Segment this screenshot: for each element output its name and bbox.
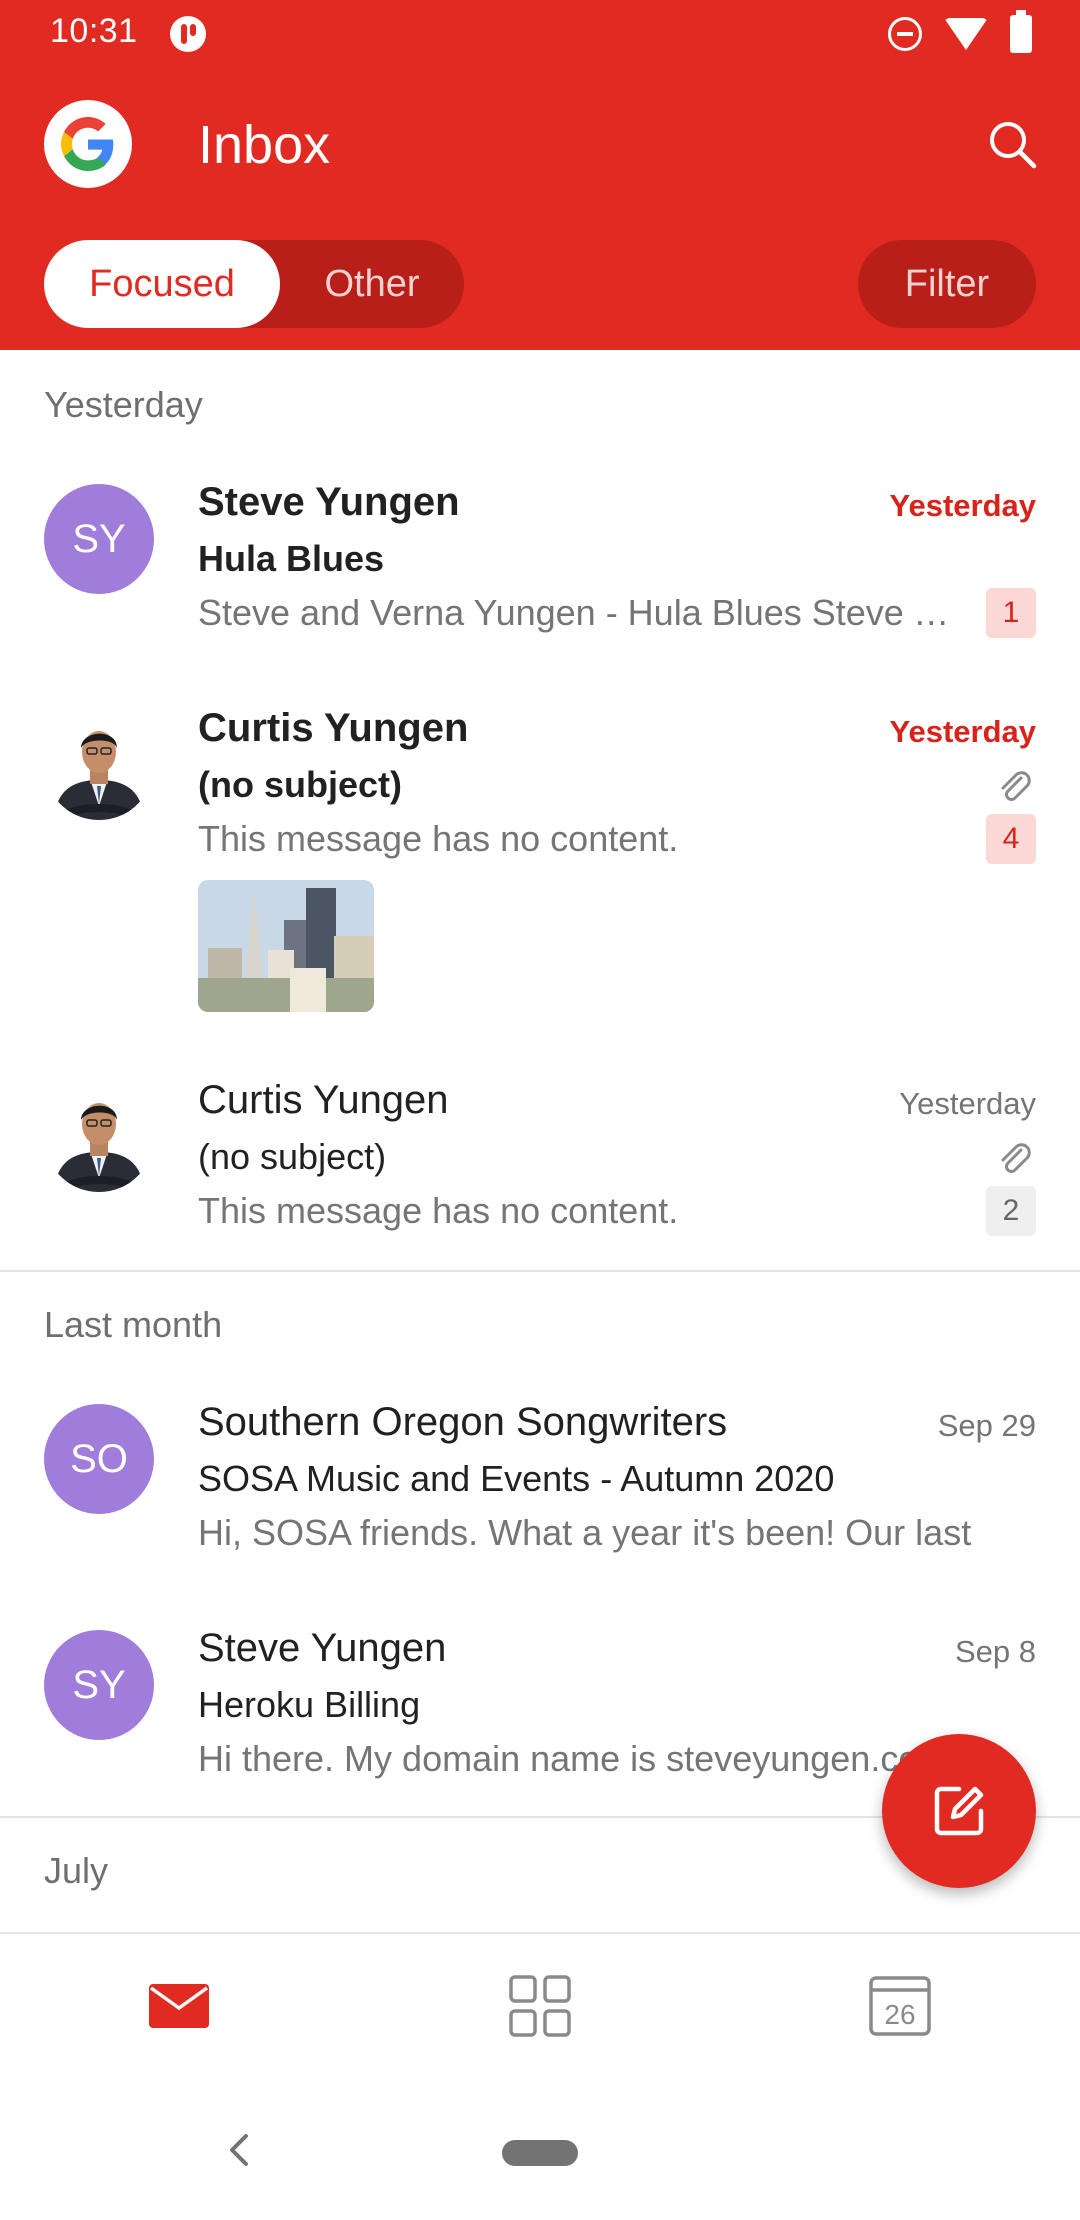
avatar (44, 710, 154, 820)
message-date: Sep 29 (937, 1408, 1036, 1443)
message-sender: Southern Oregon Songwriters (198, 1400, 728, 1444)
attachment-thumbnail[interactable] (198, 880, 374, 1012)
nav-calendar[interactable]: 26 (868, 1974, 932, 2038)
avatar: SY (44, 1630, 154, 1740)
avatar: SO (44, 1404, 154, 1514)
message-sender: Curtis Yungen (198, 706, 469, 750)
section-header-yesterday: Yesterday (44, 384, 203, 425)
search-button[interactable] (986, 118, 1038, 170)
message-subject: (no subject) (198, 764, 402, 805)
message-date: Sep 8 (954, 1634, 1036, 1669)
calendar-day-number: 26 (884, 1999, 915, 2030)
nav-mail[interactable] (147, 1974, 211, 2038)
message-subject: (no subject) (198, 1136, 387, 1177)
message-row[interactable]: Curtis Yungen (no subject) This message … (0, 688, 1080, 1028)
search-icon (990, 122, 1037, 169)
status-time: 10:31 (50, 12, 138, 50)
avatar (44, 1082, 154, 1192)
avatar: SY (44, 484, 154, 594)
section-divider (0, 1270, 1080, 1272)
mail-icon (149, 1984, 209, 2028)
message-date: Yesterday (889, 714, 1037, 749)
message-sender: Steve Yungen (198, 1626, 447, 1670)
back-icon[interactable] (224, 2130, 254, 2170)
inbox-segmented-control: Focused Other (44, 240, 464, 328)
notification-app-icon (170, 16, 206, 52)
section-header-last-month: Last month (44, 1304, 223, 1345)
message-preview: This message has no content. (198, 1190, 679, 1231)
thread-count-badge: 4 (986, 814, 1036, 864)
account-avatar[interactable] (44, 100, 132, 188)
status-bar: 10:31 (0, 0, 1080, 68)
message-preview: This message has no content. (198, 818, 679, 859)
attachment-icon (1001, 1143, 1031, 1173)
home-pill[interactable] (502, 2140, 578, 2166)
message-date: Yesterday (899, 1086, 1036, 1121)
person-photo-icon (44, 710, 154, 820)
message-row[interactable]: SO Southern Oregon Songwriters SOSA Musi… (0, 1382, 1080, 1586)
nav-apps[interactable] (508, 1974, 572, 2038)
tab-other[interactable]: Other (280, 240, 464, 328)
thread-count-badge: 2 (986, 1186, 1036, 1236)
wifi-icon (944, 18, 988, 50)
attachment-icon (1001, 771, 1031, 801)
google-icon (61, 117, 114, 171)
message-subject: SOSA Music and Events - Autumn 2020 (198, 1458, 835, 1499)
message-subject: Heroku Billing (198, 1684, 421, 1725)
filter-button[interactable]: Filter (858, 240, 1036, 328)
city-photo-icon (198, 880, 374, 1012)
battery-icon (1010, 10, 1032, 53)
bottom-navigation: 26 (0, 1932, 1080, 2082)
message-preview: Steve and Verna Yungen - Hula Blues Stev… (198, 592, 958, 633)
status-icons (888, 10, 1032, 54)
message-sender: Curtis Yungen (198, 1078, 449, 1122)
message-preview: Hi, SOSA friends. What a year it's been!… (198, 1512, 972, 1553)
thread-count-badge: 1 (986, 588, 1036, 638)
system-navigation-bar (0, 2082, 1080, 2220)
message-date: Yesterday (889, 488, 1037, 523)
do-not-disturb-icon (888, 17, 922, 51)
compose-icon (934, 1786, 984, 1836)
section-header-july: July (44, 1850, 109, 1891)
message-row[interactable]: Curtis Yungen (no subject) This message … (0, 1060, 1080, 1270)
message-row[interactable]: SY Steve Yungen Hula Blues Steve and Ver… (0, 462, 1080, 666)
message-subject: Hula Blues (198, 538, 385, 579)
page-title: Inbox (198, 115, 331, 175)
apps-grid-icon (509, 1975, 571, 2037)
calendar-icon: 26 (869, 1976, 931, 2036)
tab-focused[interactable]: Focused (44, 240, 280, 328)
app-header: 10:31 Inbox Focused Other Filter (0, 0, 1080, 350)
message-sender: Steve Yungen (198, 480, 460, 524)
compose-button[interactable] (882, 1734, 1036, 1888)
person-photo-icon (44, 1082, 154, 1192)
